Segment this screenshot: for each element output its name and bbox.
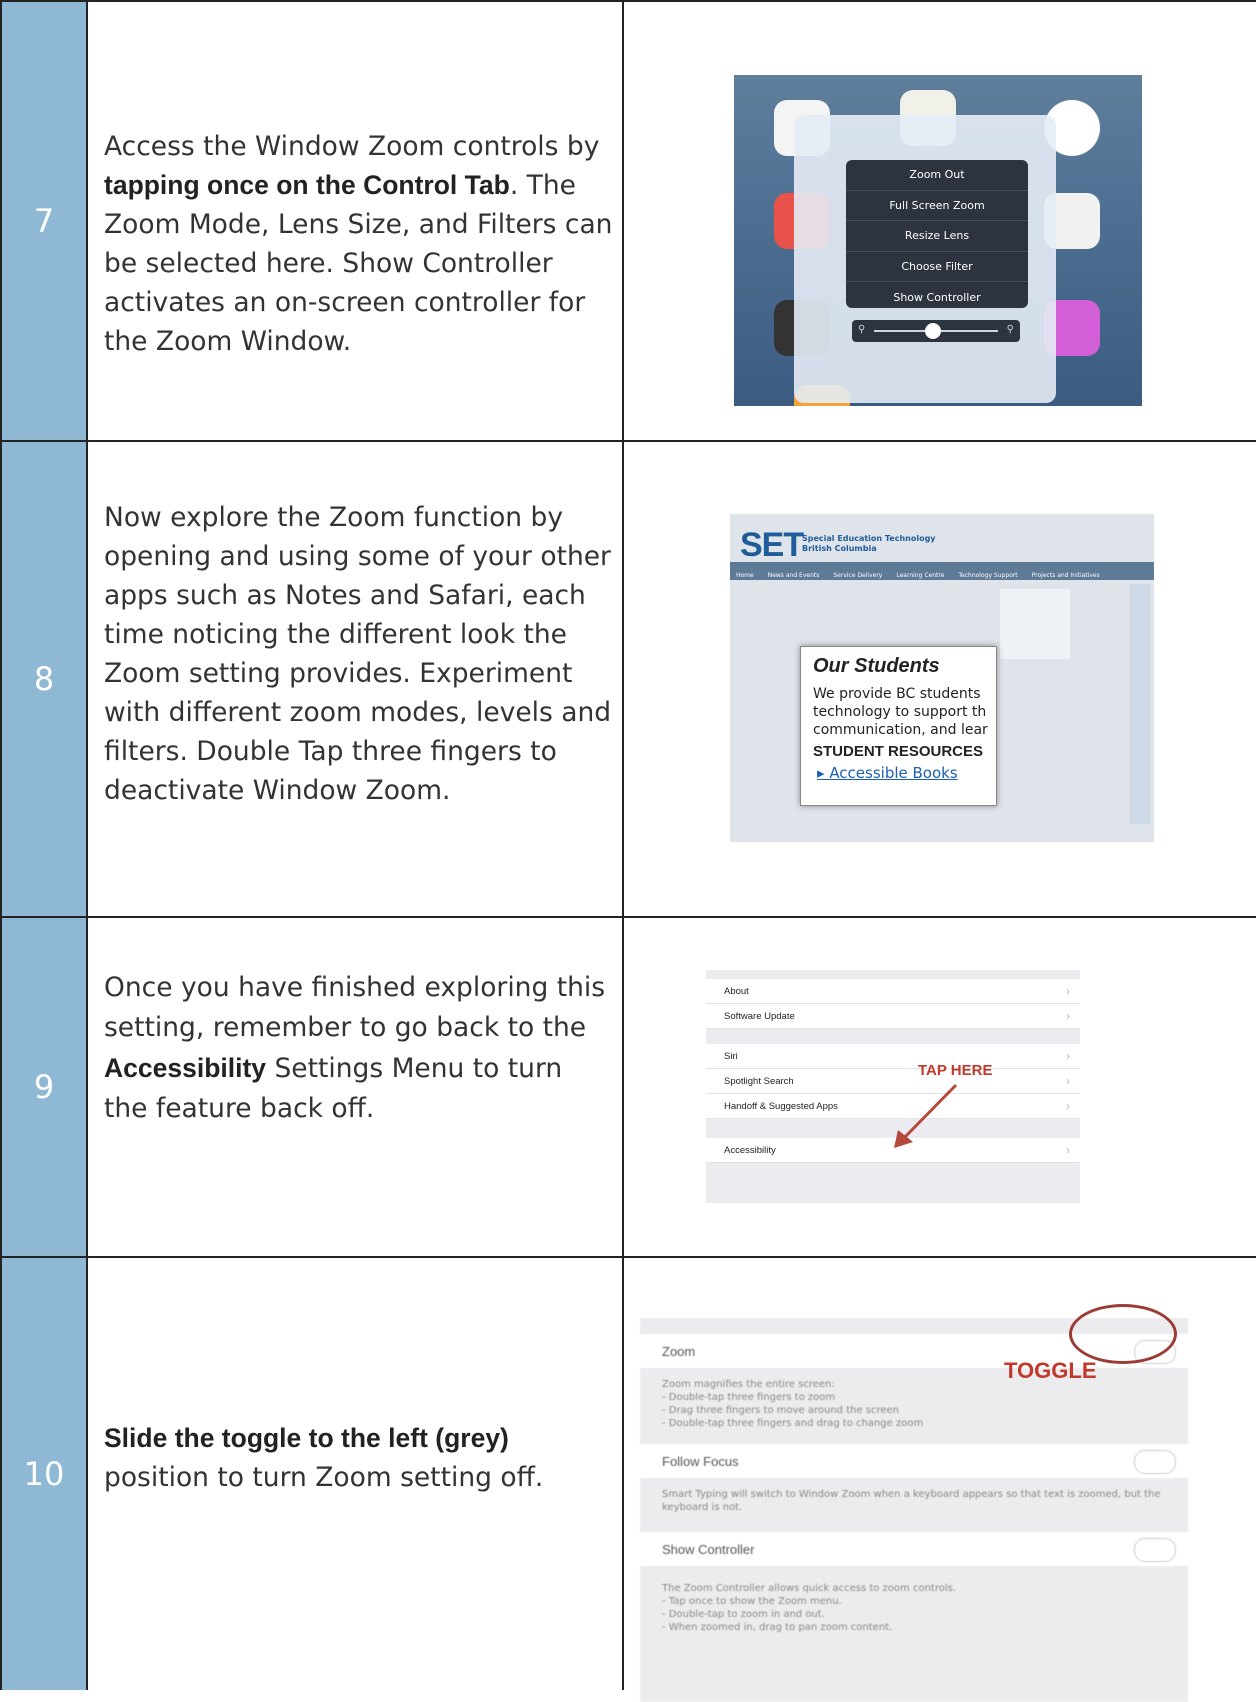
screenshot-cell: SET Special Education Technology British … <box>624 442 1256 916</box>
follow-focus-toggle[interactable] <box>1134 1450 1176 1474</box>
website-zoom-screenshot: SET Special Education Technology British … <box>730 514 1154 842</box>
show-controller-description: The Zoom Controller allows quick access … <box>662 1583 957 1633</box>
settings-item-siri[interactable]: Siri <box>706 1044 1080 1069</box>
step-row-10: 10 Slide the toggle to the left (grey) p… <box>0 1258 1256 1702</box>
settings-item-about[interactable]: About <box>706 979 1080 1004</box>
emphasis-text: Accessibility <box>104 1053 267 1083</box>
screenshot-cell: Zoom Out Full Screen Zoom Resize Lens Ch… <box>624 2 1256 440</box>
step-number: 7 <box>0 2 88 440</box>
nav-item[interactable]: Projects and Initiatives <box>1032 572 1100 579</box>
follow-focus-row: Follow Focus <box>640 1444 1188 1478</box>
zoom-out-icon: ⚲ <box>858 324 866 335</box>
logo-subtitle: Special Education Technology British Colu… <box>802 534 936 553</box>
nav-item[interactable]: Technology Support <box>958 572 1017 579</box>
emphasis-text: tapping once on the Control Tab <box>104 170 510 200</box>
instruction-table: 7 Access the Window Zoom controls by tap… <box>0 0 1256 1702</box>
lens-paragraph: We provide BC students technology to supp… <box>813 686 988 738</box>
nav-item[interactable]: News and Events <box>768 572 820 579</box>
accessible-books-link[interactable]: ▸ Accessible Books <box>817 764 958 782</box>
slider-knob[interactable] <box>925 323 941 339</box>
pointer-arrow-icon <box>894 1083 958 1148</box>
show-controller-row: Show Controller <box>640 1532 1188 1566</box>
screenshot-cell: About Software Update Siri Spotlight Sea… <box>624 918 1256 1256</box>
step-row-7: 7 Access the Window Zoom controls by tap… <box>0 2 1256 442</box>
follow-focus-description: Smart Typing will switch to Window Zoom … <box>662 1489 1161 1513</box>
step-text: Now explore the Zoom function by opening… <box>104 502 612 806</box>
lens-subheading: STUDENT RESOURCES <box>813 743 984 760</box>
menu-item-zoom-out[interactable]: Zoom Out <box>846 160 1028 191</box>
content-column <box>1000 589 1070 659</box>
lens-heading: Our Students <box>813 655 940 677</box>
zoom-lens: Our Students We provide BC students techn… <box>800 646 997 806</box>
emphasis-text: Slide the toggle to the left (grey) <box>104 1423 509 1453</box>
menu-item-resize-lens[interactable]: Resize Lens <box>846 221 1028 252</box>
step-text: Access the Window Zoom controls by tappi… <box>104 131 613 357</box>
zoom-controls-screenshot: Zoom Out Full Screen Zoom Resize Lens Ch… <box>734 75 1142 406</box>
screenshot-cell: Zoom Zoom magnifies the entire screen: - … <box>624 1258 1256 1702</box>
step-row-9: 9 Once you have finished exploring this … <box>0 918 1256 1258</box>
step-text: Once you have finished exploring this se… <box>104 972 606 1124</box>
site-nav: Home News and Events Service Delivery Learn… <box>730 562 1154 580</box>
menu-item-show-controller[interactable]: Show Controller <box>846 282 1028 312</box>
step-number: 9 <box>0 918 88 1256</box>
settings-menu-screenshot: About Software Update Siri Spotlight Sea… <box>706 970 1080 1203</box>
toggle-label: TOGGLE <box>1004 1358 1097 1383</box>
nav-item[interactable]: Home <box>736 572 754 579</box>
step-number: 10 <box>0 1258 88 1690</box>
tap-here-label: TAP HERE <box>918 1062 993 1079</box>
zoom-in-icon: ⚲ <box>1006 324 1014 335</box>
menu-item-full-screen-zoom[interactable]: Full Screen Zoom <box>846 191 1028 222</box>
toggle-highlight-circle <box>1069 1304 1177 1364</box>
nav-item[interactable]: Learning Centre <box>896 572 944 579</box>
zoom-description: Zoom magnifies the entire screen: - Doubl… <box>662 1379 924 1429</box>
step-row-8: 8 Now explore the Zoom function by openi… <box>0 442 1256 918</box>
sidebar-column <box>1130 584 1150 824</box>
step-number: 8 <box>0 442 88 916</box>
settings-group: About Software Update <box>706 979 1080 1029</box>
zoom-menu: Zoom Out Full Screen Zoom Resize Lens Ch… <box>846 160 1028 308</box>
nav-item[interactable]: Service Delivery <box>833 572 882 579</box>
step-text: Slide the toggle to the left (grey) posi… <box>104 1423 544 1493</box>
zoom-slider[interactable]: ⚲ ⚲ <box>852 320 1020 342</box>
menu-item-choose-filter[interactable]: Choose Filter <box>846 252 1028 283</box>
zoom-settings-screenshot: Zoom Zoom magnifies the entire screen: - … <box>640 1318 1188 1702</box>
set-bc-logo: SET <box>740 526 804 564</box>
settings-item-software-update[interactable]: Software Update <box>706 1004 1080 1029</box>
show-controller-toggle[interactable] <box>1134 1538 1176 1562</box>
